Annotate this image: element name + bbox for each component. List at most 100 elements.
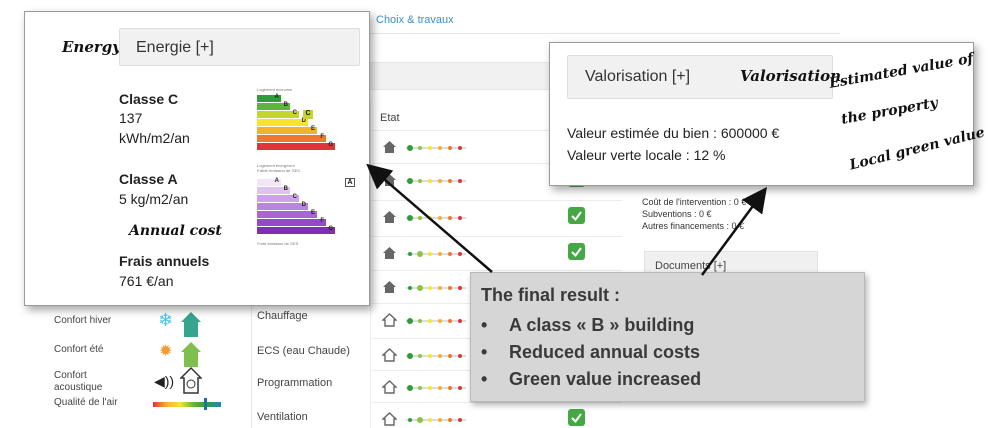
green-value: Valeur verte locale : 12 %: [567, 147, 726, 163]
ges-letter: A: [274, 178, 279, 184]
ges-letter: B: [283, 186, 288, 192]
cost-subventions: Subventions : 0 €: [642, 209, 712, 219]
comfort-air-label: Qualité de l'air: [54, 397, 118, 408]
ges-bar-c: C: [257, 194, 299, 202]
house-icon: [382, 140, 397, 154]
ges-selected-pointer: A: [345, 178, 355, 187]
house-icon: [382, 280, 397, 294]
energy-popup: Energy Energie [+] Classe C 137 kWh/m2/a…: [24, 11, 370, 306]
sun-icon: ✹: [159, 343, 173, 360]
handwritten-energy-note: Energy: [62, 38, 121, 56]
energy-class-label: Classe C: [119, 91, 179, 107]
house-icon: [382, 412, 397, 426]
ges-letter: F: [320, 218, 324, 224]
scale-caption-mid2: Faible émission de GES: [257, 168, 300, 173]
comfort-acoustique-label: Confort acoustique: [54, 370, 103, 393]
energy-letter: A: [274, 94, 279, 100]
house-icon: [382, 246, 397, 260]
ges-letter: C: [292, 194, 297, 200]
ges-letter: D: [301, 202, 306, 208]
divider: [251, 296, 252, 428]
energy-letter: C: [292, 110, 297, 116]
label-ecs: ECS (eau Chaude): [257, 345, 350, 357]
divider: [370, 33, 840, 34]
scale-caption-top: Logement économe: [257, 87, 293, 92]
ges-class-label: Classe A: [119, 171, 178, 187]
ges-letter: G: [328, 226, 333, 232]
bullet-icon: •: [481, 369, 488, 389]
label-chauffage: Chauffage: [257, 310, 308, 322]
comfort-ete-label: Confort été: [54, 344, 104, 355]
bullet-icon: •: [481, 315, 488, 335]
rating-dots: [406, 318, 466, 324]
energy-bar-e: E: [257, 126, 317, 134]
energy-header-label: Energie [+]: [136, 39, 214, 56]
checkbox-checked[interactable]: [568, 243, 585, 260]
house-green-icon: [180, 340, 202, 368]
house-icon: [382, 313, 397, 327]
energy-letter: E: [310, 126, 315, 132]
house-icon: [382, 173, 397, 187]
result-item: • Green value increased: [481, 369, 701, 396]
rating-dots: [406, 353, 466, 359]
section-bar: [366, 62, 556, 90]
air-quality-bar: [153, 402, 221, 407]
checkbox-checked[interactable]: [568, 409, 585, 426]
estimated-value: Valeur estimée du bien : 600000 €: [567, 125, 780, 141]
final-result-title: The final result :: [481, 285, 621, 305]
energy-bar-d: D: [257, 118, 308, 126]
ges-value: 5 kg/m2/an: [119, 191, 189, 207]
energy-bar-a: A: [257, 94, 281, 102]
energy-bar-c: C: [257, 110, 299, 118]
speaker-icon: ◀)): [154, 373, 175, 389]
house-icon: [382, 348, 397, 362]
cost-intervention: Coût de l'intervention : 0 €: [642, 197, 747, 207]
energy-bar-f: F: [257, 134, 326, 142]
energy-letter: B: [283, 102, 288, 108]
energy-section-header[interactable]: Energie [+]: [119, 28, 360, 66]
result-item-text: Reduced annual costs: [509, 342, 701, 362]
comfort-hiver-label: Confort hiver: [54, 315, 112, 326]
rating-dots: [406, 385, 466, 391]
ges-bar-g: G: [257, 226, 335, 234]
energy-label-scale: Logement économe Logement énergivore Fai…: [257, 87, 355, 247]
final-result-box: The final result : • A class « B » buildi…: [470, 272, 865, 402]
rating-dots: [406, 178, 466, 184]
cost-summary: Coût de l'intervention : 0 € Subventions…: [642, 196, 746, 232]
house-outline-icon: [179, 366, 203, 394]
energy-letter: F: [320, 134, 324, 140]
ges-bar-b: B: [257, 186, 290, 194]
house-green-icon: [180, 310, 202, 338]
divider: [370, 100, 371, 428]
air-quality-marker: [204, 398, 207, 410]
snowflake-icon: ❄: [158, 310, 174, 330]
rating-dots: [406, 285, 466, 291]
rating-dots: [406, 417, 466, 423]
bullet-icon: •: [481, 342, 488, 362]
ges-bar-d: D: [257, 202, 308, 210]
energy-value: 137: [119, 110, 143, 126]
label-programmation: Programmation: [257, 377, 333, 389]
result-item-text: Green value increased: [509, 369, 702, 389]
etat-column-header: Etat: [380, 112, 400, 124]
energy-unit: kWh/m2/an: [119, 130, 190, 146]
table-row: [372, 236, 622, 269]
table-row: [372, 200, 622, 233]
annual-cost-label: Frais annuels: [119, 253, 210, 269]
energy-letter: G: [328, 142, 333, 148]
house-icon: [382, 210, 397, 224]
result-item: • A class « B » building: [481, 315, 701, 342]
handwritten-valorisation-title: Valorisation: [740, 67, 841, 85]
energy-bar-b: B: [257, 102, 290, 110]
rating-dots: [406, 215, 466, 221]
scale-caption-bottom: Forte émission de GES: [257, 241, 299, 246]
final-result-list: • A class « B » building • Reduced annual …: [481, 315, 701, 396]
energy-bar-g: G: [257, 142, 335, 150]
ges-bar-a: A: [257, 178, 281, 186]
ges-bar-e: E: [257, 210, 317, 218]
handwritten-annual-cost-note: Annual cost: [129, 223, 222, 239]
tab-choix-travaux[interactable]: Choix & travaux: [376, 14, 454, 26]
checkbox-checked[interactable]: [568, 207, 585, 224]
ges-bar-f: F: [257, 218, 326, 226]
house-icon: [382, 380, 397, 394]
